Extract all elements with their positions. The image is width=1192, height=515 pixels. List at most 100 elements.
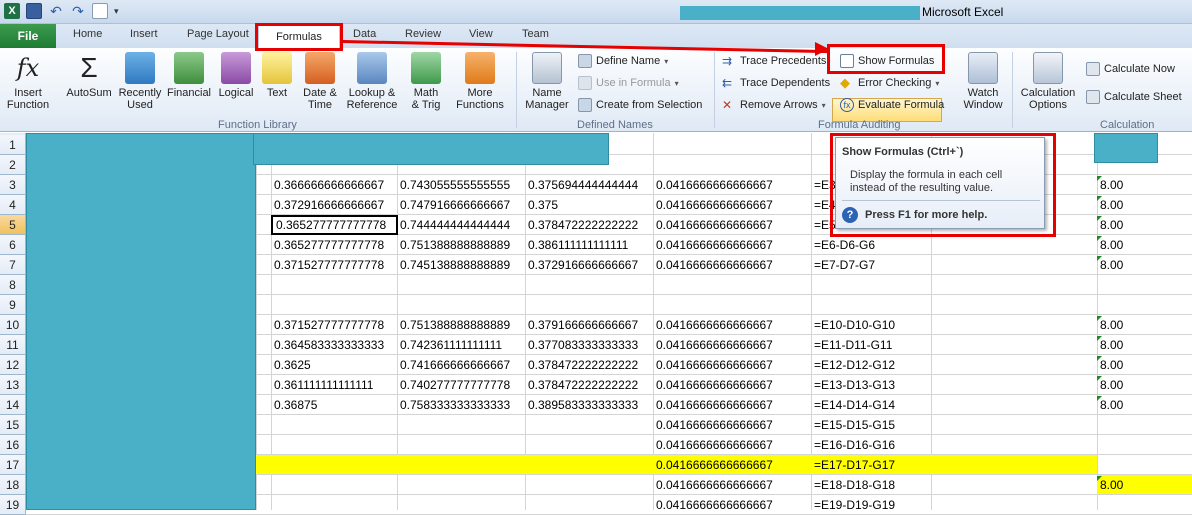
cell[interactable]: 0.375694444444444 [525, 175, 653, 195]
cell[interactable]: =E16-D16-G16 [811, 435, 931, 455]
tab-data[interactable]: Data [353, 28, 376, 40]
cell[interactable]: 8.00 [1097, 215, 1192, 235]
cell[interactable]: 0.377083333333333 [525, 335, 653, 355]
cell[interactable]: 0.36875 [271, 395, 398, 415]
cell[interactable]: 0.361111111111111 [271, 375, 398, 395]
cell[interactable]: 0.379166666666667 [525, 315, 653, 335]
cell[interactable]: 0.758333333333333 [397, 395, 525, 415]
cell[interactable]: 8.00 [1097, 315, 1192, 335]
tab-home[interactable]: Home [73, 28, 102, 40]
cell[interactable]: 0.0416666666666667 [653, 475, 811, 495]
date-time-button[interactable]: Date & Time [298, 52, 342, 111]
row-header[interactable]: 13 [0, 375, 26, 395]
cell[interactable]: 0.743055555555555 [397, 175, 525, 195]
row-header[interactable]: 14 [0, 395, 26, 415]
tab-insert[interactable]: Insert [130, 28, 158, 40]
cell[interactable]: 0.389583333333333 [525, 395, 653, 415]
cell[interactable]: 0.0416666666666667 [653, 175, 811, 195]
cell[interactable]: 0.378472222222222 [525, 375, 653, 395]
row-header[interactable]: 7 [0, 255, 26, 275]
tab-page-layout[interactable]: Page Layout [187, 28, 249, 40]
row-header[interactable]: 10 [0, 315, 26, 335]
row-header[interactable]: 12 [0, 355, 26, 375]
cell[interactable]: =E15-D15-G15 [811, 415, 931, 435]
cell[interactable]: 0.371527777777778 [271, 255, 398, 275]
math-trig-button[interactable]: Math & Trig [404, 52, 448, 111]
cell[interactable]: =E13-D13-G13 [811, 375, 931, 395]
insert-function-button[interactable]: fx Insert Function [4, 52, 52, 111]
cell[interactable]: 0.372916666666667 [271, 195, 398, 215]
cell[interactable]: 0.741666666666667 [397, 355, 525, 375]
cell[interactable]: 0.366666666666667 [271, 175, 398, 195]
cell[interactable]: 0.372916666666667 [525, 255, 653, 275]
cell[interactable]: =E7-D7-G7 [811, 255, 931, 275]
watch-window-button[interactable]: Watch Window [956, 52, 1010, 111]
cell[interactable]: =E17-D17-G17 [811, 455, 931, 475]
cell[interactable]: 8.00 [1097, 475, 1192, 495]
text-button[interactable]: Text [260, 52, 294, 99]
tab-view[interactable]: View [469, 28, 493, 40]
cell[interactable]: 0.0416666666666667 [653, 455, 811, 475]
error-checking-button[interactable]: ◆ Error Checking ▾ [840, 74, 939, 92]
cell[interactable]: 0.0416666666666667 [653, 435, 811, 455]
cell[interactable]: 0.0416666666666667 [653, 255, 811, 275]
row-header[interactable]: 5 [0, 215, 26, 235]
cell[interactable]: 8.00 [1097, 335, 1192, 355]
cell[interactable]: 8.00 [1097, 355, 1192, 375]
cell[interactable]: 8.00 [1097, 235, 1192, 255]
undo-icon[interactable]: ↶ [48, 3, 64, 19]
cell[interactable]: 0.0416666666666667 [653, 395, 811, 415]
row-header[interactable]: 11 [0, 335, 26, 355]
define-name-button[interactable]: Define Name ▾ [578, 52, 668, 70]
row-header[interactable]: 19 [0, 495, 26, 515]
cell[interactable]: =E10-D10-G10 [811, 315, 931, 335]
cell[interactable]: 0.0416666666666667 [653, 195, 811, 215]
cell[interactable]: =E14-D14-G14 [811, 395, 931, 415]
cell[interactable]: =E19-D19-G19 [811, 495, 931, 515]
row-header[interactable]: 4 [0, 195, 26, 215]
row-header[interactable]: 6 [0, 235, 26, 255]
cell[interactable]: 8.00 [1097, 175, 1192, 195]
row-header[interactable]: 9 [0, 295, 26, 315]
cell[interactable]: 0.375 [525, 195, 653, 215]
row-header[interactable]: 3 [0, 175, 26, 195]
trace-precedents-button[interactable]: ⇉ Trace Precedents [722, 52, 826, 70]
evaluate-formula-button[interactable]: fx Evaluate Formula [840, 96, 944, 114]
excel-app-icon[interactable]: X [4, 3, 20, 19]
cell[interactable]: 0.740277777777778 [397, 375, 525, 395]
cell[interactable]: 0.386111111111111 [525, 235, 653, 255]
cell[interactable]: 0.0416666666666667 [653, 415, 811, 435]
cell[interactable]: 0.0416666666666667 [653, 495, 811, 515]
logical-button[interactable]: Logical [214, 52, 258, 99]
cell[interactable]: 0.378472222222222 [525, 355, 653, 375]
cell[interactable]: 0.745138888888889 [397, 255, 525, 275]
cell[interactable]: 8.00 [1097, 375, 1192, 395]
row-header[interactable]: 1 [0, 135, 26, 155]
new-document-icon[interactable] [92, 3, 108, 19]
tab-file[interactable]: File [0, 24, 56, 48]
more-functions-button[interactable]: More Functions [450, 52, 510, 111]
row-header[interactable]: 17 [0, 455, 26, 475]
row-header[interactable]: 16 [0, 435, 26, 455]
tab-review[interactable]: Review [405, 28, 441, 40]
save-icon[interactable] [26, 3, 42, 19]
cell[interactable]: =E6-D6-G6 [811, 235, 931, 255]
remove-arrows-button[interactable]: ✕ Remove Arrows ▾ [722, 96, 826, 114]
row-header[interactable]: 2 [0, 155, 26, 175]
active-cell[interactable]: 0.365277777777778 [271, 215, 398, 235]
cell[interactable]: =E18-D18-G18 [811, 475, 931, 495]
calculate-sheet-button[interactable]: Calculate Sheet [1086, 88, 1182, 106]
cell[interactable]: 0.0416666666666667 [653, 355, 811, 375]
cell[interactable]: 8.00 [1097, 195, 1192, 215]
name-manager-button[interactable]: Name Manager [520, 52, 574, 111]
autosum-button[interactable]: Σ AutoSum [62, 52, 116, 99]
cell[interactable]: 0.378472222222222 [525, 215, 653, 235]
cell[interactable]: 8.00 [1097, 395, 1192, 415]
cell[interactable]: 0.744444444444444 [397, 215, 525, 235]
cell[interactable]: 0.364583333333333 [271, 335, 398, 355]
use-in-formula-button[interactable]: Use in Formula ▾ [578, 74, 679, 92]
create-from-selection-button[interactable]: Create from Selection [578, 96, 702, 114]
lookup-reference-button[interactable]: Lookup & Reference [344, 52, 400, 111]
cell[interactable]: 0.3625 [271, 355, 398, 375]
calculation-options-button[interactable]: Calculation Options [1016, 52, 1080, 111]
